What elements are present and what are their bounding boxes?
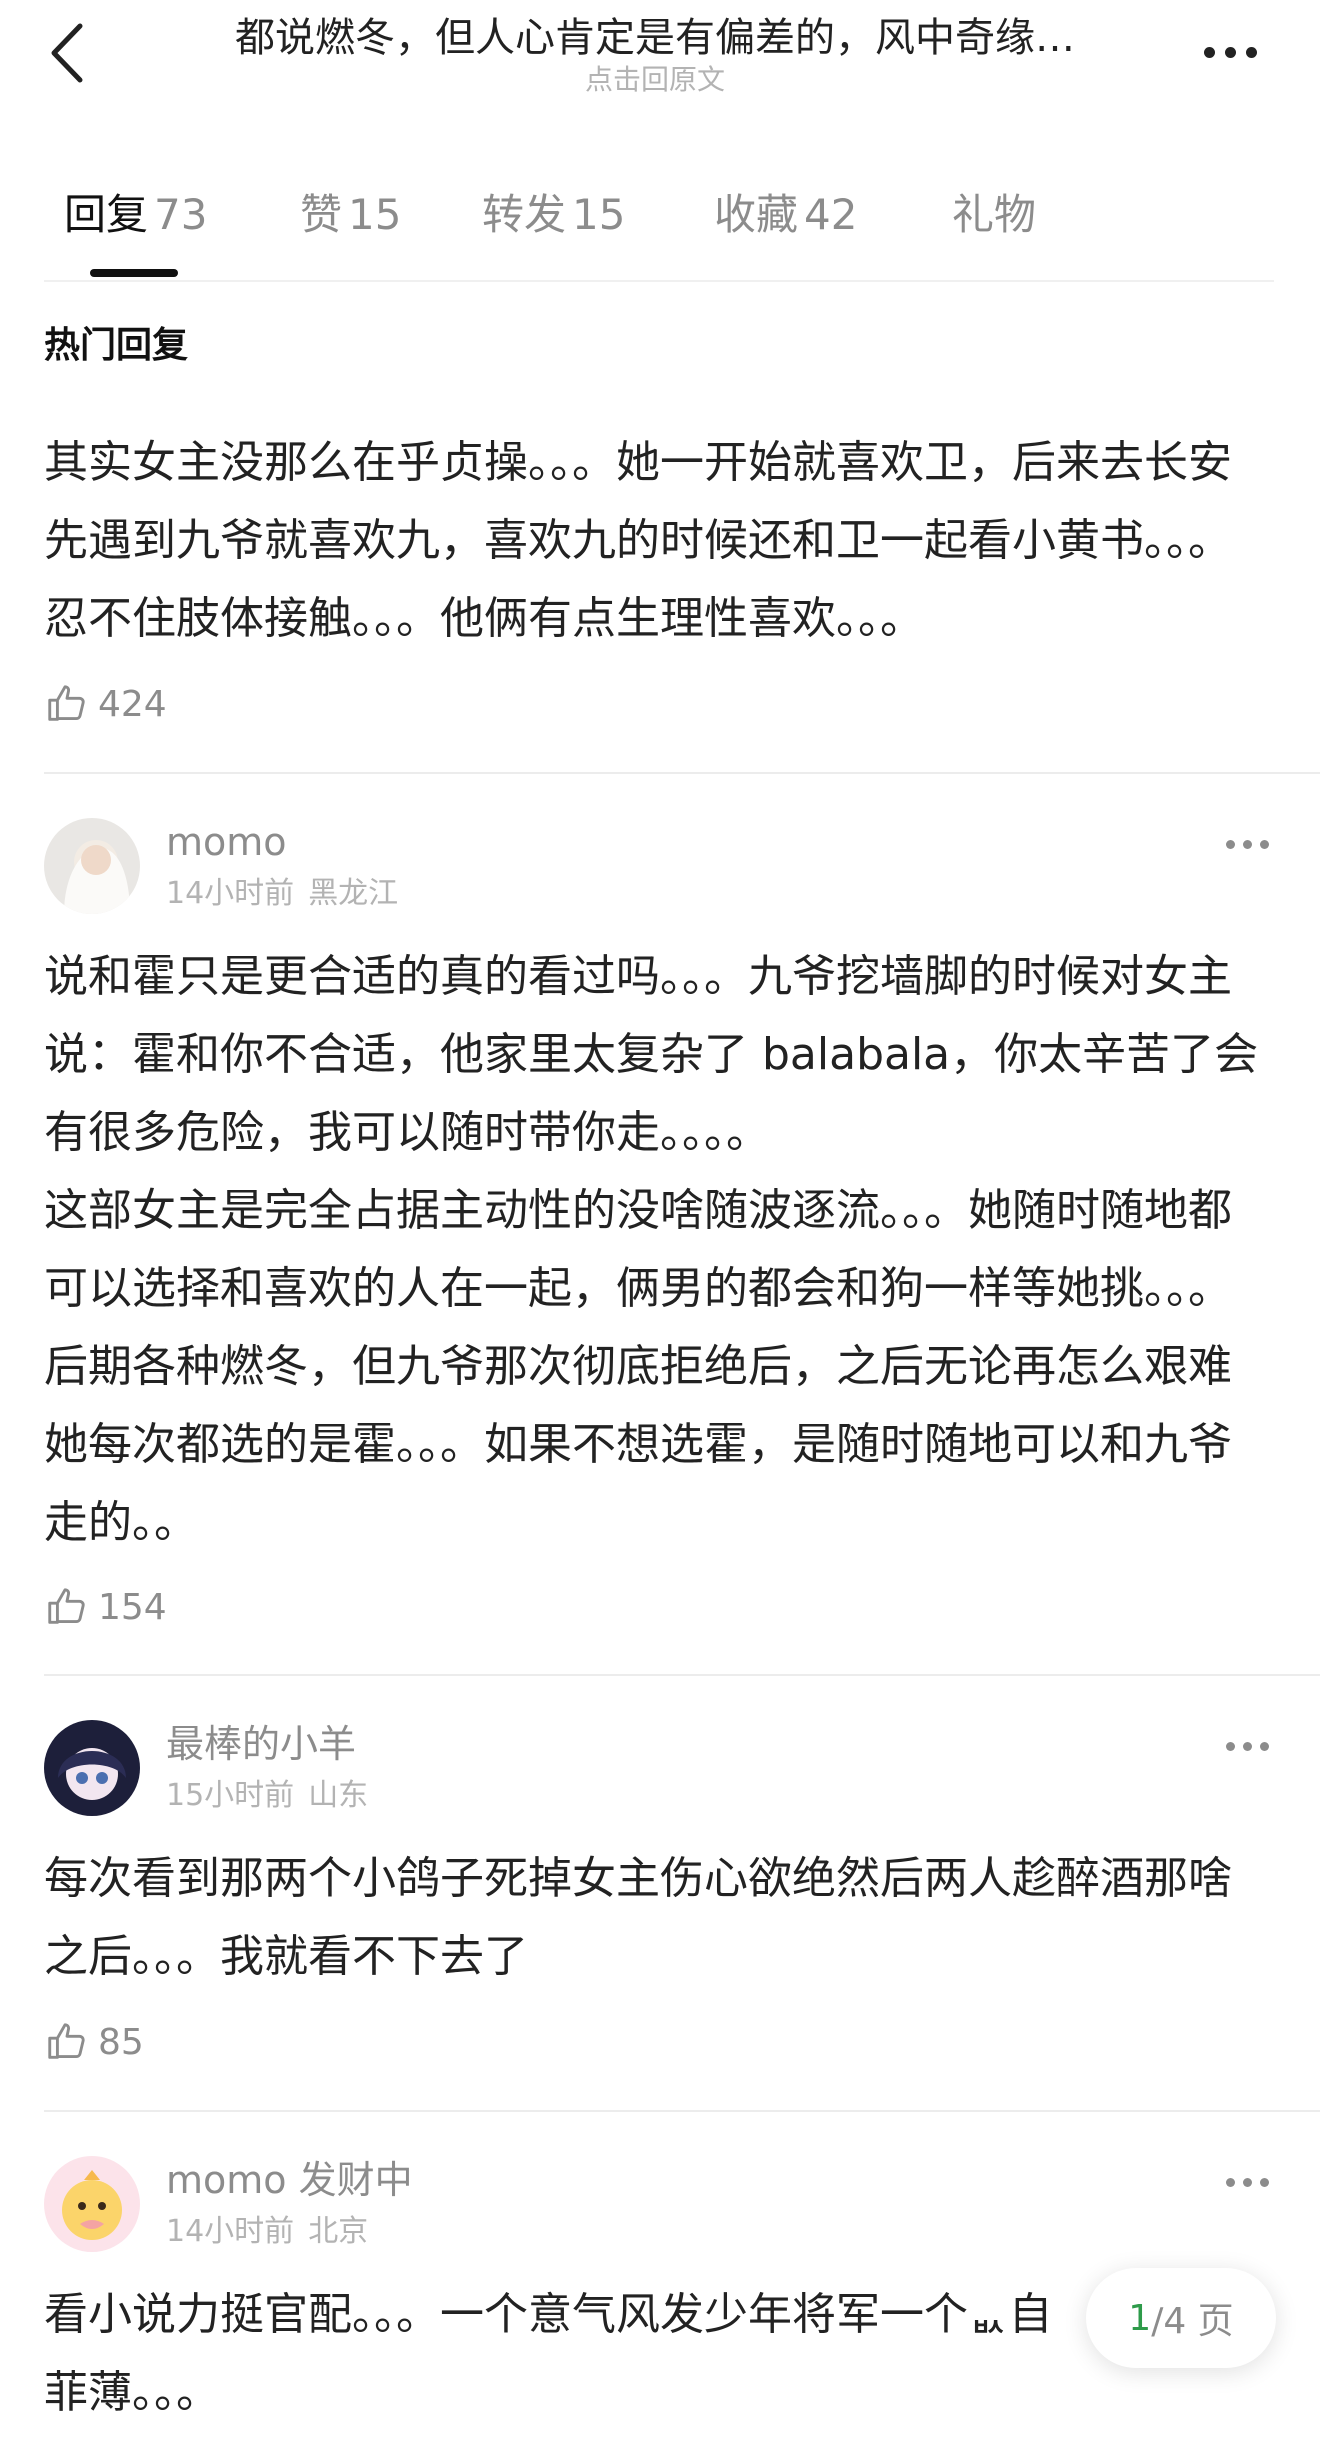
top-bar: 都说燃冬，但人心肯定是有偏差的，风中奇缘… 点击回原文 — [0, 0, 1320, 120]
tab-label: 礼物 — [952, 190, 1037, 239]
avatar[interactable] — [44, 1720, 140, 1816]
page-title[interactable]: 都说燃冬，但人心肯定是有偏差的，风中奇缘… — [170, 12, 1140, 64]
like-count: 154 — [98, 1586, 167, 1628]
comment-text[interactable]: 说和霍只是更合适的真的看过吗。。。九爷挖墙脚的时候对女主说：霍和你不合适，他家里… — [44, 938, 1266, 1562]
comment-more-icon[interactable] — [1226, 1734, 1276, 1758]
more-options-icon[interactable] — [1190, 30, 1270, 74]
tab-label: 赞 — [300, 190, 343, 239]
tab-count: 15 — [348, 190, 402, 239]
hot-comment-text[interactable]: 其实女主没那么在乎贞操。。。她一开始就喜欢卫，后来去长安先遇到九爷就喜欢九，喜欢… — [44, 424, 1264, 658]
comment-meta: 14小时前 黑龙江 — [166, 874, 398, 914]
back-to-original-link[interactable]: 点击回原文 — [170, 62, 1140, 98]
tab-count: 73 — [154, 190, 208, 239]
divider — [44, 772, 1320, 774]
like-button[interactable]: 424 — [44, 679, 167, 729]
tab-count: 15 — [572, 190, 626, 239]
username[interactable]: momo — [166, 817, 287, 867]
like-button[interactable]: 85 — [44, 2017, 144, 2067]
tab-count: 42 — [804, 190, 858, 239]
timestamp: 15小时前 — [166, 1778, 295, 1813]
active-tab-indicator — [90, 269, 178, 277]
tab-replies[interactable]: 回复 73 — [64, 180, 207, 250]
back-icon[interactable] — [40, 18, 100, 88]
tab-gifts[interactable]: 礼物 — [952, 180, 1036, 250]
comment-text[interactable]: 每次看到那两个小鸽子死掉女主伤心欲绝然后两人趁醉酒那啥之后。。。我就看不下去了 — [44, 1840, 1266, 1996]
like-count: 424 — [98, 683, 167, 725]
tab-label: 转发 — [482, 190, 567, 239]
section-title-hot-replies: 热门回复 — [44, 325, 189, 366]
timestamp: 14小时前 — [166, 876, 295, 911]
comment-meta: 15小时前 山东 — [166, 1776, 368, 1816]
comment-more-icon[interactable] — [1226, 832, 1276, 856]
avatar[interactable] — [44, 818, 140, 914]
page-indicator[interactable]: 1/4 页 — [1086, 2268, 1276, 2368]
tab-label: 收藏 — [714, 190, 799, 239]
tab-favorites[interactable]: 收藏 42 — [714, 180, 857, 250]
username[interactable]: 最棒的小羊 — [166, 1719, 356, 1769]
tab-likes[interactable]: 赞 15 — [300, 180, 401, 250]
like-button[interactable]: 154 — [44, 1582, 167, 1632]
tab-bar: 回复 73 赞 15 转发 15 收藏 42 礼物 — [44, 180, 1274, 282]
divider — [44, 1674, 1320, 1676]
comment-meta: 14小时前 北京 — [166, 2212, 368, 2252]
like-count: 85 — [98, 2021, 144, 2063]
avatar[interactable] — [44, 2156, 140, 2252]
thumbs-up-icon — [48, 1588, 85, 1624]
username[interactable]: momo 发财中 — [166, 2155, 413, 2205]
comment-more-icon[interactable] — [1226, 2170, 1276, 2194]
tab-reposts[interactable]: 转发 15 — [482, 180, 625, 250]
current-page: 1 — [1128, 2297, 1152, 2339]
location: 山东 — [308, 1778, 369, 1813]
thumbs-up-icon — [48, 685, 85, 721]
total-pages: /4 页 — [1151, 2301, 1234, 2342]
location: 北京 — [308, 2214, 369, 2249]
timestamp: 14小时前 — [166, 2214, 295, 2249]
location: 黑龙江 — [308, 876, 399, 911]
comment-text[interactable]: 看小说力挺官配。。。一个意气风发少年将军一个ᆹ自菲薄。。。 — [44, 2276, 1084, 2432]
tab-label: 回复 — [64, 190, 149, 239]
thumbs-up-icon — [48, 2023, 85, 2059]
divider — [44, 2110, 1320, 2112]
